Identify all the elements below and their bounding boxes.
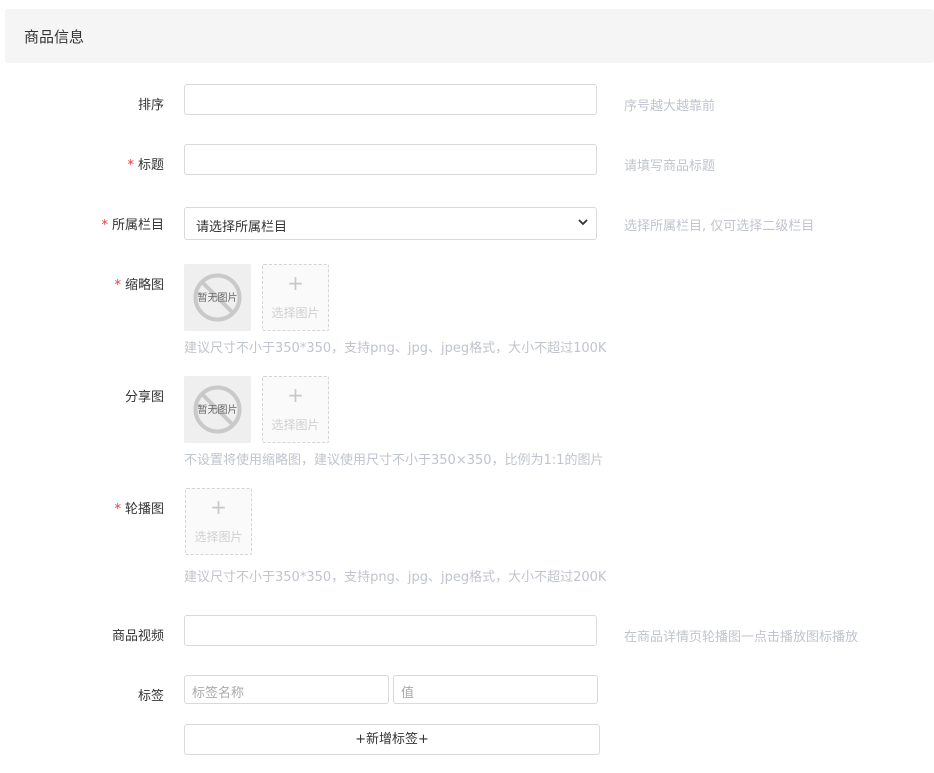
chevron-down-icon xyxy=(578,219,588,226)
thumbnail-preview: 暂无图片 xyxy=(184,264,251,331)
title-input[interactable] xyxy=(184,144,597,175)
section-title: 商品信息 xyxy=(24,28,85,46)
thumbnail-label: * 缩略图 xyxy=(114,278,164,293)
sort-input[interactable] xyxy=(184,84,597,115)
sort-label: 排序 xyxy=(137,98,164,113)
plus-icon: + xyxy=(210,495,227,519)
required-mark: * xyxy=(114,278,121,293)
share-image-hint: 不设置将使用缩略图，建议使用尺寸不小于350×350，比例为1:1的图片 xyxy=(184,453,604,468)
tag-name-input[interactable]: 标签名称 xyxy=(184,675,389,704)
sort-help: 序号越大越靠前 xyxy=(624,99,716,114)
tags-label: 标签 xyxy=(137,689,164,704)
tag-value-input[interactable]: 值 xyxy=(393,675,598,704)
share-image-label: 分享图 xyxy=(124,390,164,405)
carousel-hint: 建议尺寸不小于350*350，支持png、jpg、jpeg格式，大小不超过200… xyxy=(184,570,607,585)
title-label: * 标题 xyxy=(127,158,164,173)
tag-value-placeholder: 值 xyxy=(401,686,415,701)
category-select[interactable]: 请选择所属栏目 xyxy=(184,207,597,240)
video-help: 在商品详情页轮播图一点击播放图标播放 xyxy=(624,630,859,645)
no-image-icon: 暂无图片 xyxy=(193,385,242,434)
picker-label: 选择图片 xyxy=(271,306,320,320)
section-header: 商品信息 xyxy=(5,9,934,63)
carousel-picker-button[interactable]: + 选择图片 xyxy=(185,488,252,555)
carousel-label: * 轮播图 xyxy=(114,502,164,517)
picker-label: 选择图片 xyxy=(194,530,243,544)
category-help: 选择所属栏目, 仅可选择二级栏目 xyxy=(624,219,815,234)
thumbnail-picker-button[interactable]: + 选择图片 xyxy=(262,264,329,331)
video-input[interactable] xyxy=(184,615,597,646)
required-mark: * xyxy=(101,218,108,233)
no-image-icon: 暂无图片 xyxy=(193,273,242,322)
svg-text:暂无图片: 暂无图片 xyxy=(198,403,238,416)
plus-icon: + xyxy=(287,271,304,295)
share-image-preview: 暂无图片 xyxy=(184,376,251,443)
video-label: 商品视频 xyxy=(111,629,164,644)
svg-text:暂无图片: 暂无图片 xyxy=(198,291,238,304)
required-mark: * xyxy=(114,502,121,517)
plus-icon: + xyxy=(287,383,304,407)
tag-name-placeholder: 标签名称 xyxy=(192,686,245,701)
category-selected-value: 请选择所属栏目 xyxy=(196,220,288,235)
category-label: * 所属栏目 xyxy=(101,218,164,233)
picker-label: 选择图片 xyxy=(271,418,320,432)
title-help: 请填写商品标题 xyxy=(624,159,716,174)
share-image-picker-button[interactable]: + 选择图片 xyxy=(262,376,329,443)
thumbnail-hint: 建议尺寸不小于350*350，支持png、jpg、jpeg格式，大小不超过100… xyxy=(184,341,607,356)
add-tag-button[interactable]: +新增标签+ xyxy=(184,724,600,755)
required-mark: * xyxy=(127,158,134,173)
